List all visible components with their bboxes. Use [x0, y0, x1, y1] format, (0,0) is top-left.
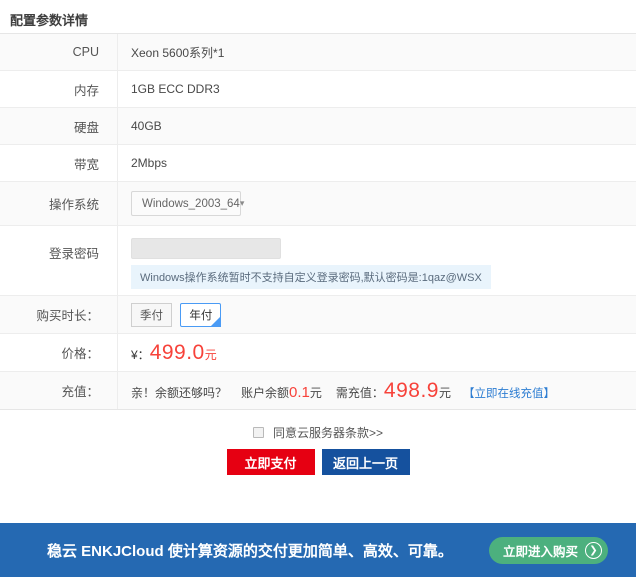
row-value-memory: 1GB ECC DDR3: [131, 82, 220, 96]
balance-label: 账户余额: [241, 385, 290, 400]
duration-option-quarterly[interactable]: 季付: [131, 302, 172, 327]
duration-option-yearly[interactable]: 年付: [180, 302, 222, 327]
password-input[interactable]: [131, 238, 281, 259]
config-page: 配置参数详情 CPU Xeon 5600系列*1 内存 1GB ECC DDR3…: [0, 0, 636, 577]
selected-corner-icon: [210, 315, 222, 327]
row-label-cpu: CPU: [0, 34, 118, 70]
row-label-memory: 内存: [0, 71, 118, 107]
row-label-password: 登录密码: [0, 226, 118, 295]
action-buttons: 立即支付 返回上一页: [0, 449, 636, 475]
agreement-row: 同意云服务器条款>>: [0, 424, 636, 441]
recharge-link[interactable]: 【立即在线充值】: [463, 385, 555, 401]
duration-option-yearly-label: 年付: [189, 309, 213, 322]
table-row-recharge: 充值： 亲！余额还够吗？ 账户余额 0.1 元 需充值： 498.9 元 【立即…: [0, 372, 636, 409]
row-label-price: 价格：: [0, 334, 118, 371]
footer-banner: 稳云 ENKJCloud 使计算资源的交付更加简单、高效、可靠。 立即进入购买 …: [0, 523, 636, 577]
table-row-memory: 内存 1GB ECC DDR3: [0, 71, 636, 108]
need-unit: 元: [438, 385, 451, 400]
banner-slogan: 稳云 ENKJCloud 使计算资源的交付更加简单、高效、可靠。: [47, 542, 453, 560]
row-label-os: 操作系统: [0, 182, 118, 225]
row-label-bandwidth: 带宽: [0, 145, 118, 181]
table-row-price: 价格： ¥： 499.0 元: [0, 334, 636, 372]
balance-unit: 元: [309, 385, 322, 400]
row-value-bandwidth: 2Mbps: [131, 156, 168, 170]
price-currency: ¥：: [131, 347, 150, 362]
terms-label[interactable]: 同意云服务器条款>>: [273, 424, 383, 441]
buy-now-button[interactable]: 立即进入购买 ❯: [488, 536, 608, 564]
row-value-cpu: Xeon 5600系列*1: [131, 45, 225, 60]
buy-now-label: 立即进入购买: [502, 544, 578, 559]
need-label: 需充值：: [335, 385, 384, 400]
chevron-down-icon: ▾: [239, 198, 245, 208]
config-table: CPU Xeon 5600系列*1 内存 1GB ECC DDR3 硬盘 40G…: [0, 33, 636, 410]
row-label-duration: 购买时长：: [0, 296, 118, 333]
balance-question: 亲！余额还够吗？: [131, 385, 228, 400]
price-unit: 元: [204, 347, 217, 362]
arrow-circle-icon: ❯: [585, 541, 602, 559]
os-select[interactable]: Windows_2003_64 ▾: [131, 191, 244, 216]
table-row-password: 登录密码 Windows操作系统暂时不支持自定义登录密码,默认密码是:1qaz@…: [0, 226, 636, 296]
pay-button[interactable]: 立即支付: [226, 449, 315, 475]
table-row-bandwidth: 带宽 2Mbps: [0, 145, 636, 182]
table-row-os: 操作系统 Windows_2003_64 ▾: [0, 182, 636, 226]
row-label-disk: 硬盘: [0, 108, 118, 144]
balance-amount: 0.1: [289, 383, 310, 401]
need-amount: 498.9: [383, 378, 439, 402]
row-label-recharge: 充值：: [0, 372, 118, 409]
table-row-disk: 硬盘 40GB: [0, 108, 636, 145]
back-button[interactable]: 返回上一页: [321, 449, 410, 475]
row-value-disk: 40GB: [131, 119, 162, 133]
os-select-value: Windows_2003_64: [142, 197, 240, 210]
page-title: 配置参数详情: [10, 13, 89, 28]
table-row-cpu: CPU Xeon 5600系列*1: [0, 34, 636, 71]
price-amount: 499.0: [149, 340, 205, 364]
terms-checkbox[interactable]: [252, 426, 264, 438]
table-row-duration: 购买时长： 季付 年付: [0, 296, 636, 334]
password-note: Windows操作系统暂时不支持自定义登录密码,默认密码是:1qaz@WSX: [131, 265, 491, 289]
